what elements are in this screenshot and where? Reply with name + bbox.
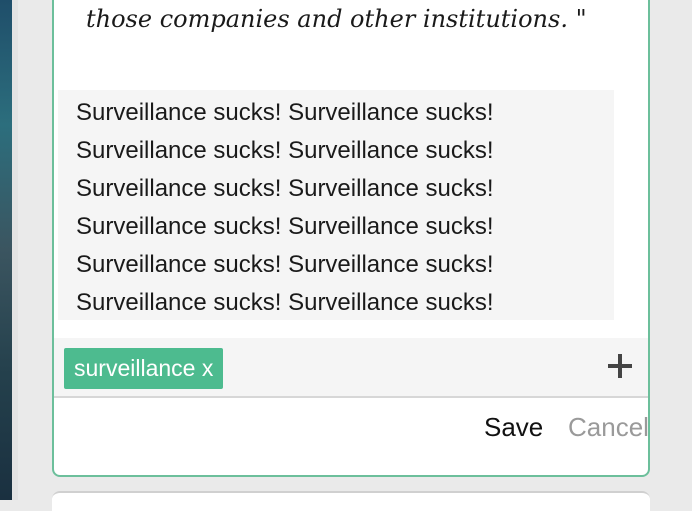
- annotation-card: those companies and other institutions. …: [52, 0, 650, 477]
- note-line: Surveillance sucks! Surveillance sucks!: [76, 251, 494, 278]
- plus-icon[interactable]: [606, 352, 634, 380]
- next-annotation-card: [52, 491, 650, 511]
- tag-surveillance[interactable]: surveillance x: [64, 348, 224, 389]
- note-line: Surveillance sucks! Surveillance sucks!: [76, 99, 494, 126]
- save-button[interactable]: Save: [484, 412, 543, 443]
- quote-text: those companies and other institutions. …: [86, 5, 587, 33]
- cancel-button[interactable]: Cancel: [568, 412, 648, 443]
- note-textarea[interactable]: Surveillance sucks! Surveillance sucks! …: [58, 90, 614, 320]
- note-line: Surveillance sucks! Surveillance sucks!: [76, 289, 494, 316]
- note-line: Surveillance sucks! Surveillance sucks!: [76, 137, 494, 164]
- action-bar: Save Cancel: [54, 398, 648, 468]
- background-image-edge: [0, 0, 12, 500]
- note-line: Surveillance sucks! Surveillance sucks!: [76, 175, 494, 202]
- note-line: Surveillance sucks! Surveillance sucks!: [76, 213, 494, 240]
- background-gutter: [12, 0, 18, 500]
- tag-bar: surveillance x: [54, 338, 648, 398]
